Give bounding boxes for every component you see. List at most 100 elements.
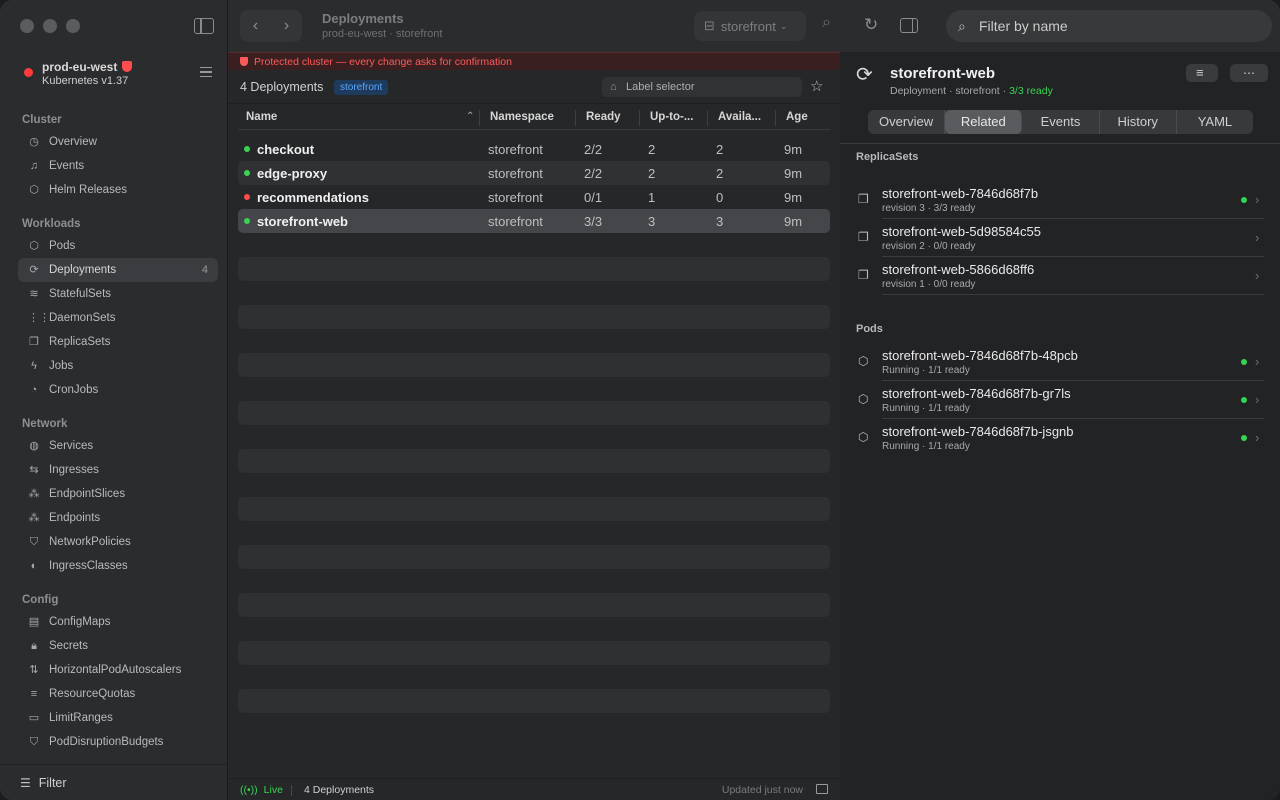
cell-available: 2 (716, 142, 724, 157)
sidebar-filter[interactable]: ☰ Filter (0, 764, 228, 800)
live-indicator[interactable]: ((•)) Live (240, 784, 283, 796)
sidebar-item-jobs[interactable]: ϟ Jobs (18, 354, 218, 378)
column-uptodate[interactable]: Up-to-... (650, 111, 693, 123)
close-window-button[interactable] (20, 19, 34, 33)
column-age[interactable]: Age (786, 111, 808, 123)
pods-section-title: Pods (856, 323, 883, 335)
list-item[interactable]: ❐ storefront-web-7846d68f7b revision 3 · 3… (856, 181, 1264, 219)
table-row[interactable]: checkout storefront 2/2 2 2 9m (238, 137, 830, 161)
sidebar-item-secrets[interactable]: 🔒︎ Secrets (18, 634, 218, 658)
deployment-icon: ⟳ (856, 64, 873, 86)
cluster-settings-icon[interactable] (200, 67, 212, 77)
sidebar-item-ingresses[interactable]: ⇆ Ingresses (18, 458, 218, 482)
table-row[interactable]: storefront-web storefront 3/3 3 3 9m (238, 209, 830, 233)
sidebar-item-replicasets[interactable]: ❐ ReplicaSets (18, 330, 218, 354)
sidebar-item-overview[interactable]: ◷ Overview (18, 130, 218, 154)
detail-header: ⟳ storefront-web Deployment · storefront… (840, 52, 1280, 144)
sidebar-item-deployments[interactable]: ⟳ Deployments 4 (18, 258, 218, 282)
deployment-count: 4 Deployments (240, 80, 324, 94)
box-icon: ⊟ (704, 18, 715, 33)
more-options-button[interactable]: ⋯ (1230, 64, 1268, 82)
lock-icon: 🔒︎ (31, 640, 37, 652)
healthy-status-dot (1241, 397, 1247, 403)
cluster-switcher[interactable]: prod-eu-west Kubernetes v1.37 (22, 58, 218, 92)
label-selector-input[interactable]: Label selector (602, 77, 802, 97)
detail-namespace[interactable]: storefront (955, 85, 999, 97)
detail-kind: Deployment (890, 85, 947, 97)
bell-icon: ♫ (29, 160, 39, 172)
cell-uptodate: 1 (648, 190, 656, 205)
refresh-icon[interactable]: ↻ (864, 15, 878, 35)
sidebar-item-endpointslices[interactable]: ⁂ EndpointSlices (18, 482, 218, 506)
list-item[interactable]: ⬡ storefront-web-7846d68f7b-jsgnb Running … (856, 419, 1264, 457)
tab-history[interactable]: History (1100, 110, 1177, 134)
pod-cube-icon: ⬡ (858, 430, 869, 444)
sidebar-item-poddisruptionbudgets[interactable]: ⛉ PodDisruptionBudgets (18, 730, 218, 754)
cell-ready: 2/2 (584, 166, 603, 181)
list-item[interactable]: ⬡ storefront-web-7846d68f7b-gr7ls Running … (856, 381, 1264, 419)
sidebar-item-helm releases[interactable]: ⬡ Helm Releases (18, 178, 218, 202)
signal-icon: ((•)) (240, 784, 258, 796)
sidebar-item-resourcequotas[interactable]: ≡ ResourceQuotas (18, 682, 218, 706)
item-name: storefront-web-7846d68f7b-48pcb (882, 348, 1078, 363)
sidebar-item-daemonsets[interactable]: ⋮⋮ DaemonSets (18, 306, 218, 330)
filter-by-name-input[interactable]: ⌕ Filter by name (946, 10, 1272, 42)
sidebar-item-events[interactable]: ♫ Events (18, 154, 218, 178)
sort-chevron-up-icon[interactable]: ⌃ (466, 111, 474, 122)
cell-ready: 2/2 (584, 142, 603, 157)
column-divider (775, 110, 776, 126)
deployment-name: edge-proxy (257, 166, 328, 181)
item-name: storefront-web-7846d68f7b (882, 186, 1039, 201)
status-bar: ((•)) Live 4 Deployments Updated just now (228, 778, 840, 800)
minimize-window-button[interactable] (43, 19, 57, 33)
message-icon[interactable] (816, 784, 828, 794)
zoom-window-button[interactable] (66, 19, 80, 33)
status-dot (244, 146, 250, 152)
window-controls (20, 19, 80, 33)
list-item[interactable]: ❐ storefront-web-5866d68ff6 revision 1 · 0… (856, 257, 1264, 295)
cell-age: 9m (784, 190, 803, 205)
sidebar-item-networkpolicies[interactable]: ⛉ NetworkPolicies (18, 530, 218, 554)
list-item[interactable]: ⬡ storefront-web-7846d68f7b-48pcb Running … (856, 343, 1264, 381)
forward-chevron-icon[interactable]: › (271, 10, 302, 42)
tab-yaml[interactable]: YAML (1177, 110, 1253, 134)
sidebar-item-label: Helm Releases (49, 184, 127, 196)
tab-events[interactable]: Events (1022, 110, 1100, 134)
sidebar-item-endpoints[interactable]: ⁂ Endpoints (18, 506, 218, 530)
section-title-cluster: Cluster (22, 114, 62, 126)
column-namespace[interactable]: Namespace (490, 111, 554, 123)
cell-uptodate: 2 (648, 166, 656, 181)
sidebar-item-ingressclasses[interactable]: ◐ IngressClasses (18, 554, 218, 578)
details-list-button[interactable] (1186, 64, 1218, 82)
column-ready[interactable]: Ready (586, 111, 621, 123)
column-name[interactable]: Name (246, 111, 277, 123)
sidebar-item-configmaps[interactable]: ▤ ConfigMaps (18, 610, 218, 634)
sidebar-item-pods[interactable]: ⬡ Pods (18, 234, 218, 258)
search-icon[interactable]: ⌕ (822, 14, 831, 32)
empty-row (238, 593, 830, 617)
column-available[interactable]: Availa... (718, 111, 761, 123)
tab-related[interactable]: Related (945, 110, 1023, 134)
arrows-icon: ⇆ (29, 464, 39, 476)
sidebar-item-cronjobs[interactable]: ◔ CronJobs (18, 378, 218, 402)
table-row[interactable]: edge-proxy storefront 2/2 2 2 9m (238, 161, 830, 185)
sidebar-item-label: ResourceQuotas (49, 688, 136, 700)
namespace-tag[interactable]: storefront (334, 80, 389, 95)
list-item[interactable]: ❐ storefront-web-5d98584c55 revision 2 · 0… (856, 219, 1264, 257)
sidebar-item-statefulsets[interactable]: ≋ StatefulSets (18, 282, 218, 306)
back-chevron-icon[interactable]: ‹ (240, 10, 271, 42)
empty-rows (238, 257, 830, 737)
empty-row (238, 689, 830, 713)
sidebar-item-services[interactable]: ◍ Services (18, 434, 218, 458)
table-header: Name ⌃ Namespace Ready Up-to-... Availa.… (238, 106, 830, 130)
tab-overview[interactable]: Overview (868, 110, 946, 134)
empty-row (238, 497, 830, 521)
grid-icon: ⋮⋮ (28, 312, 50, 324)
table-row[interactable]: recommendations storefront 0/1 1 0 9m (238, 185, 830, 209)
inspector-toggle-icon[interactable] (900, 18, 918, 33)
sidebar-item-horizontalpodautoscalers[interactable]: ⇅ HorizontalPodAutoscalers (18, 658, 218, 682)
sidebar-toggle-icon[interactable] (194, 18, 214, 34)
sidebar-item-limitranges[interactable]: ▭ LimitRanges (18, 706, 218, 730)
namespace-select[interactable]: ⊟ storefront ⌄ (694, 11, 806, 41)
star-icon[interactable]: ☆ (810, 77, 823, 95)
